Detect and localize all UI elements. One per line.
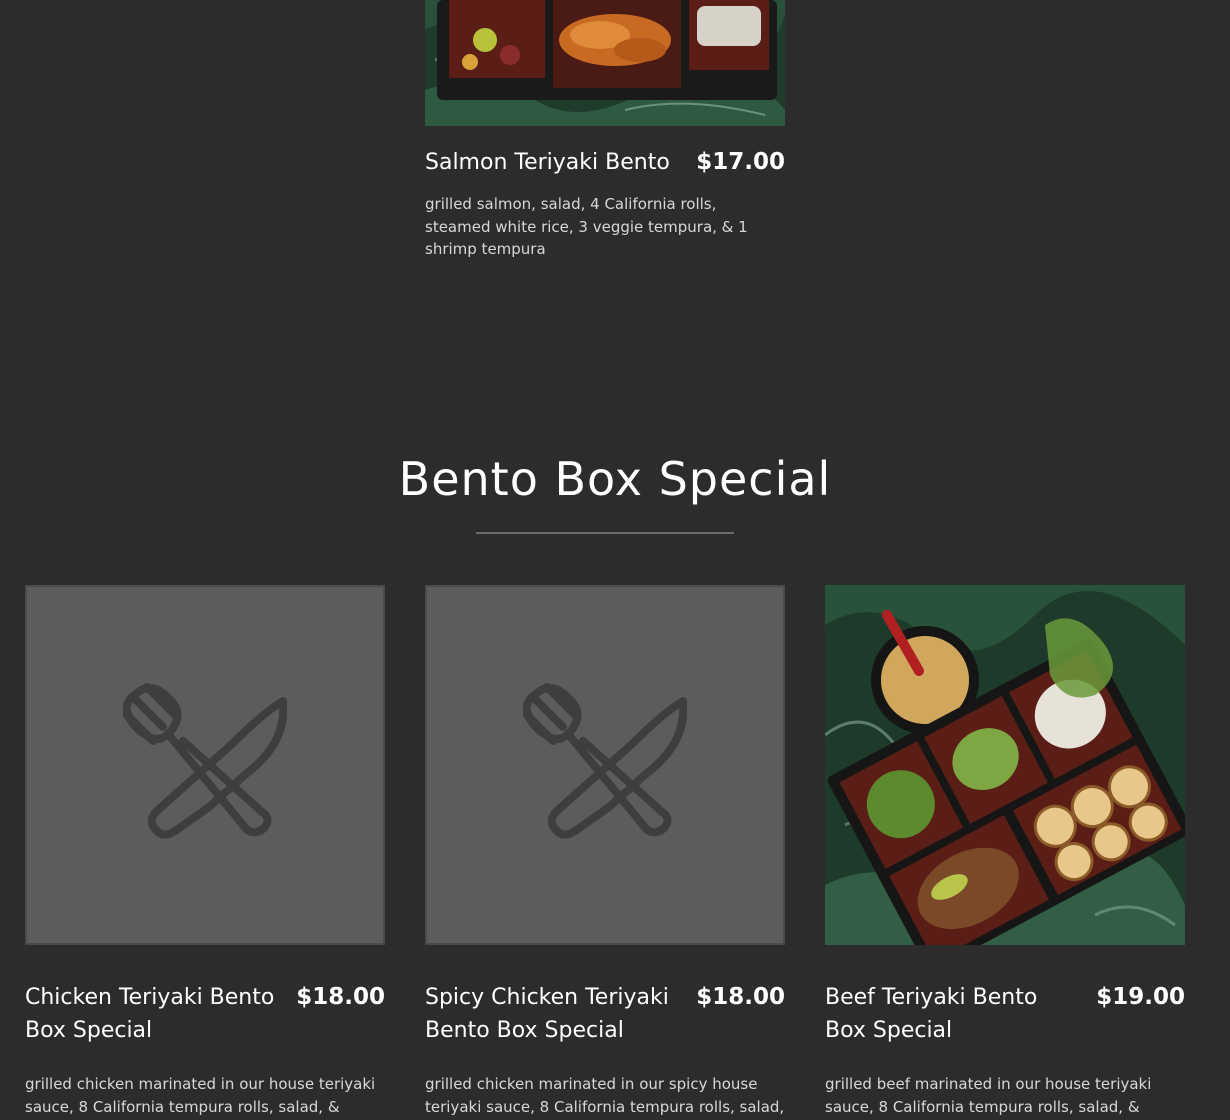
salmon-bento-photo[interactable] (425, 0, 785, 126)
item-header: Chicken Teriyaki Bento Box Special $18.0… (25, 981, 385, 1047)
item-name[interactable]: Chicken Teriyaki Bento Box Special (25, 981, 296, 1047)
item-header: Salmon Teriyaki Bento $17.00 (425, 146, 785, 179)
item-header: Spicy Chicken Teriyaki Bento Box Special… (425, 981, 785, 1047)
menu-item-spicy-chicken-teriyaki-bento-box-special[interactable]: Spicy Chicken Teriyaki Bento Box Special… (425, 585, 785, 1120)
section-title: Bento Box Special (398, 452, 832, 506)
menu-item-chicken-teriyaki-bento-box-special[interactable]: Chicken Teriyaki Bento Box Special $18.0… (25, 585, 385, 1120)
item-price: $19.00 (1096, 984, 1185, 1010)
menu-item-salmon-teriyaki-bento[interactable]: Salmon Teriyaki Bento $17.00 grilled sal… (425, 0, 785, 261)
fork-knife-placeholder-icon (123, 683, 287, 839)
item-description: grilled chicken marinated in our spicy h… (425, 1075, 785, 1116)
item-description: grilled salmon, salad, 4 California roll… (425, 195, 748, 258)
menu-item-beef-teriyaki-bento-box-special[interactable]: Beef Teriyaki Bento Box Special $19.00 g… (825, 585, 1185, 1120)
menu-page: Salmon Teriyaki Bento $17.00 grilled sal… (0, 0, 1230, 1120)
fork-knife-placeholder-icon (523, 683, 687, 839)
image-placeholder[interactable] (425, 585, 785, 945)
item-price: $17.00 (696, 149, 785, 175)
item-price: $18.00 (296, 984, 385, 1010)
item-price: $18.00 (696, 984, 785, 1010)
item-name[interactable]: Spicy Chicken Teriyaki Bento Box Special (425, 981, 696, 1047)
item-header: Beef Teriyaki Bento Box Special $19.00 (825, 981, 1185, 1047)
item-description: grilled chicken marinated in our house t… (25, 1075, 376, 1116)
beef-bento-photo[interactable] (825, 585, 1185, 945)
item-name[interactable]: Beef Teriyaki Bento Box Special (825, 981, 1096, 1047)
section-divider (476, 532, 734, 534)
item-description: grilled beef marinated in our house teri… (825, 1075, 1152, 1116)
item-name[interactable]: Salmon Teriyaki Bento (425, 146, 696, 179)
image-placeholder[interactable] (25, 585, 385, 945)
